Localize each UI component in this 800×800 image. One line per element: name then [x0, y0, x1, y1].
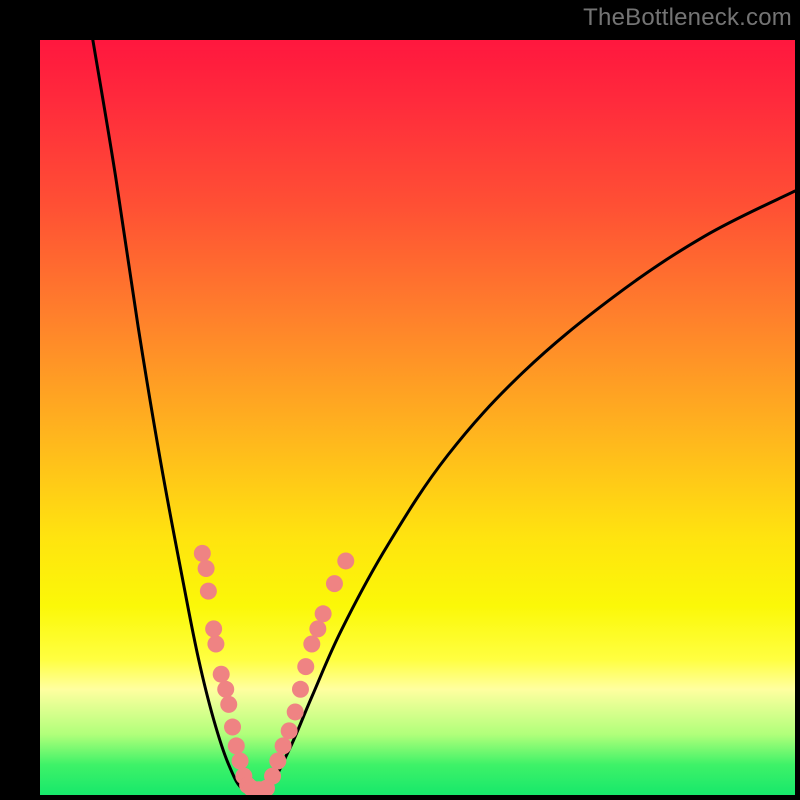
highlight-dot: [220, 696, 237, 713]
highlight-dot: [207, 636, 224, 653]
highlight-dot: [287, 703, 304, 720]
bottleneck-curve: [93, 40, 795, 794]
highlight-dot: [264, 768, 281, 785]
highlight-dot: [297, 658, 314, 675]
highlight-dot: [228, 737, 245, 754]
highlight-dot: [194, 545, 211, 562]
highlight-dot: [275, 737, 292, 754]
highlight-dot: [198, 560, 215, 577]
highlight-dot: [217, 681, 234, 698]
highlight-dot: [292, 681, 309, 698]
marker-dot-layer: [194, 545, 354, 795]
highlight-dot: [200, 583, 217, 600]
highlight-dot: [213, 666, 230, 683]
highlight-dot: [232, 753, 249, 770]
watermark-text: TheBottleneck.com: [583, 4, 792, 32]
highlight-dot: [205, 620, 222, 637]
highlight-dot: [269, 753, 286, 770]
highlight-dot: [281, 722, 298, 739]
highlight-dot: [326, 575, 343, 592]
highlight-dot: [224, 719, 241, 736]
plot-area: [40, 40, 795, 795]
chart-frame: TheBottleneck.com: [0, 0, 800, 800]
highlight-dot: [309, 620, 326, 637]
chart-svg: [40, 40, 795, 795]
highlight-dot: [337, 552, 354, 569]
highlight-dot: [303, 636, 320, 653]
curve-layer: [93, 40, 795, 794]
highlight-dot: [315, 605, 332, 622]
